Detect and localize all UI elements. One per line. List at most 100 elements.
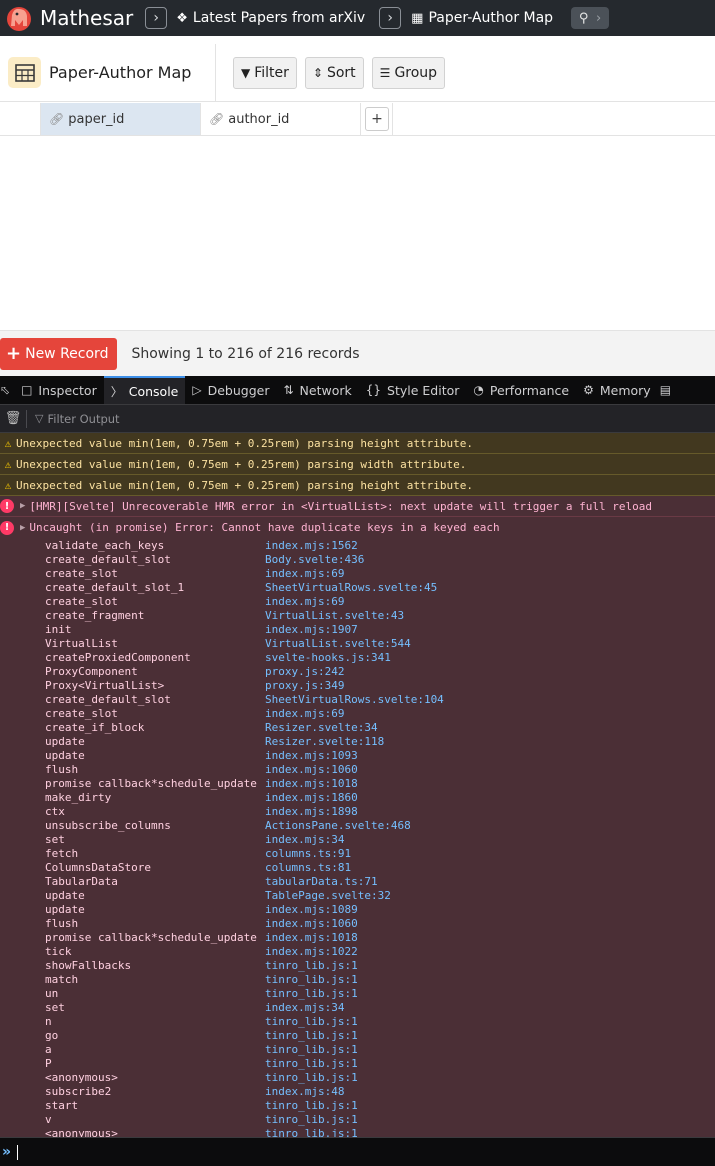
console-warning: ⚠ Unexpected value min(1em, 0.75em + 0.2… [0,454,715,475]
tab-performance[interactable]: ◔ Performance [466,376,576,404]
stack-frame-location-link[interactable]: index.mjs:1089 [265,903,358,916]
stack-frame-location-link[interactable]: tabularData.ts:71 [265,875,378,888]
column-header-label: paper_id [68,111,125,127]
style-editor-icon: {} [365,383,382,397]
add-column-button[interactable]: + [365,107,389,131]
stack-frame-location-link[interactable]: index.mjs:1093 [265,749,358,762]
stack-frame-location-link[interactable]: VirtualList.svelte:544 [265,637,411,650]
search-button[interactable]: ⚲ › [571,7,610,29]
stack-frame: create_if_block Resizer.svelte:34 [45,720,715,734]
devtools-toolbar: ⬁ □ Inspector 〉 Console ▷ Debugger ⇅ Net… [0,376,715,405]
tab-style-editor[interactable]: {} Style Editor [359,376,467,404]
new-record-button[interactable]: + New Record [0,337,118,370]
stack-frame-location-link[interactable]: tinro_lib.js:1 [265,959,358,972]
stack-frame-location-link[interactable]: tinro_lib.js:1 [265,1057,358,1070]
warning-icon: ⚠ [4,478,12,492]
tab-debugger[interactable]: ▷ Debugger [185,376,276,404]
table-switcher-chevron[interactable]: › [379,7,402,29]
stack-frame-location-link[interactable]: index.mjs:1060 [265,763,358,776]
stack-frame-location-link[interactable]: VirtualList.svelte:43 [265,609,404,622]
stack-frame-location-link[interactable]: Resizer.svelte:34 [265,721,378,734]
stack-frame-location-link[interactable]: index.mjs:1018 [265,931,358,944]
stack-frame-location-link[interactable]: columns.ts:91 [265,847,351,860]
warning-text: Unexpected value min(1em, 0.75em + 0.25r… [16,457,467,471]
stack-frame-location-link[interactable]: index.mjs:69 [265,567,344,580]
stack-frame-location-link[interactable]: index.mjs:1060 [265,917,358,930]
more-tabs-button[interactable]: ▤ [658,376,673,404]
stack-frame-location-link[interactable]: tinro_lib.js:1 [265,1113,358,1126]
mathesar-logo[interactable]: Mathesar [4,3,133,33]
stack-frame: ctx index.mjs:1898 [45,804,715,818]
stack-frame-function: <anonymous> [45,1070,118,1084]
expand-triangle-icon[interactable]: ▶ [20,523,25,533]
tab-network[interactable]: ⇅ Network [276,376,358,404]
tab-label: Performance [489,382,570,398]
stack-frame-function: create_if_block [45,720,145,734]
filter-button-label: Filter [254,64,289,81]
stack-frame-location-link[interactable]: tinro_lib.js:1 [265,1043,358,1056]
stack-frame-location-link[interactable]: SheetVirtualRows.svelte:104 [265,693,444,706]
console-error-line[interactable]: ! ▶ Uncaught (in promise) Error: Cannot … [0,517,715,538]
search-icon: ⚲ [578,10,589,26]
expand-triangle-icon[interactable]: ▶ [20,501,25,511]
stack-frame-location-link[interactable]: index.mjs:1562 [265,539,358,552]
filter-icon: ▽ [35,412,44,425]
stack-frame-location-link[interactable]: tinro_lib.js:1 [265,1015,358,1028]
stack-frame-location-link[interactable]: Resizer.svelte:118 [265,735,384,748]
console-error-line[interactable]: ! ▶ [HMR][Svelte] Unrecoverable HMR erro… [0,496,715,517]
network-icon: ⇅ [283,383,294,397]
grid-header-row: 🔗︎ paper_id 🔗︎ author_id + [0,103,715,136]
tab-memory[interactable]: ⚙ Memory [576,376,658,404]
error-icon: ! [0,499,14,513]
stack-frame-location-link[interactable]: index.mjs:1907 [265,623,358,636]
filter-output-input[interactable]: ▽ Filter Output [35,412,120,426]
stack-frame-location-link[interactable]: index.mjs:69 [265,595,344,608]
stack-frame-function: create_default_slot_1 [45,580,185,594]
stack-frame-location-link[interactable]: tinro_lib.js:1 [265,1127,358,1138]
mathesar-logo-icon [7,7,31,31]
stack-frame-location-link[interactable]: tinro_lib.js:1 [265,973,358,986]
tab-label: Network [299,382,352,398]
element-picker-button[interactable]: ⬁ [0,376,14,404]
stack-frame-location-link[interactable]: tinro_lib.js:1 [265,1099,358,1112]
tab-inspector[interactable]: □ Inspector [14,376,104,404]
stack-frame: create_fragment VirtualList.svelte:43 [45,608,715,622]
stack-frame-location-link[interactable]: index.mjs:34 [265,833,344,846]
error-text: [HMR][Svelte] Unrecoverable HMR error in… [29,499,652,513]
warning-icon: ⚠ [4,436,12,450]
stack-frame-location-link[interactable]: proxy.js:349 [265,679,344,692]
stack-frame-location-link[interactable]: index.mjs:1860 [265,791,358,804]
filter-button[interactable]: ▼ Filter [233,56,297,89]
console-input[interactable]: » [0,1137,715,1166]
stack-frame-location-link[interactable]: ActionsPane.svelte:468 [265,819,411,832]
stack-frame-location-link[interactable]: Body.svelte:436 [265,553,364,566]
memory-icon: ⚙ [583,383,594,397]
stack-frame-location-link[interactable]: columns.ts:81 [265,861,351,874]
group-button[interactable]: ☰ Group [371,56,446,89]
stack-frame-location-link[interactable]: tinro_lib.js:1 [265,1029,358,1042]
stack-frame-location-link[interactable]: index.mjs:1018 [265,777,358,790]
stack-frame-location-link[interactable]: proxy.js:242 [265,665,344,678]
stack-frame-location-link[interactable]: svelte-hooks.js:341 [265,651,391,664]
tab-console[interactable]: 〉 Console [103,376,186,404]
stack-frame-location-link[interactable]: SheetVirtualRows.svelte:45 [265,581,437,594]
trash-icon[interactable]: 🗑︎ [0,411,26,426]
breadcrumb-table[interactable]: ▦ Paper-Author Map [411,10,553,26]
error-text: Uncaught (in promise) Error: Cannot have… [29,521,500,534]
stack-frame-location-link[interactable]: index.mjs:34 [265,1001,344,1014]
stack-frame-location-link[interactable]: index.mjs:1022 [265,945,358,958]
stack-frame-location-link[interactable]: index.mjs:1898 [265,805,358,818]
breadcrumb-schema[interactable]: ❖ Latest Papers from arXiv [176,10,365,26]
stack-frame-location-link[interactable]: tinro_lib.js:1 [265,987,358,1000]
stack-frame-function: tick [45,944,72,958]
grid-body[interactable] [0,136,715,330]
sort-button[interactable]: ⇕ Sort [304,56,364,89]
column-header-paper-id[interactable]: 🔗︎ paper_id [41,103,201,135]
stack-frame-location-link[interactable]: tinro_lib.js:1 [265,1071,358,1084]
schema-switcher-chevron[interactable]: › [145,7,168,29]
stack-frame-location-link[interactable]: TablePage.svelte:32 [265,889,391,902]
column-header-author-id[interactable]: 🔗︎ author_id [201,103,361,135]
row-number-header [0,103,41,135]
stack-frame-location-link[interactable]: index.mjs:48 [265,1085,344,1098]
stack-frame-location-link[interactable]: index.mjs:69 [265,707,344,720]
